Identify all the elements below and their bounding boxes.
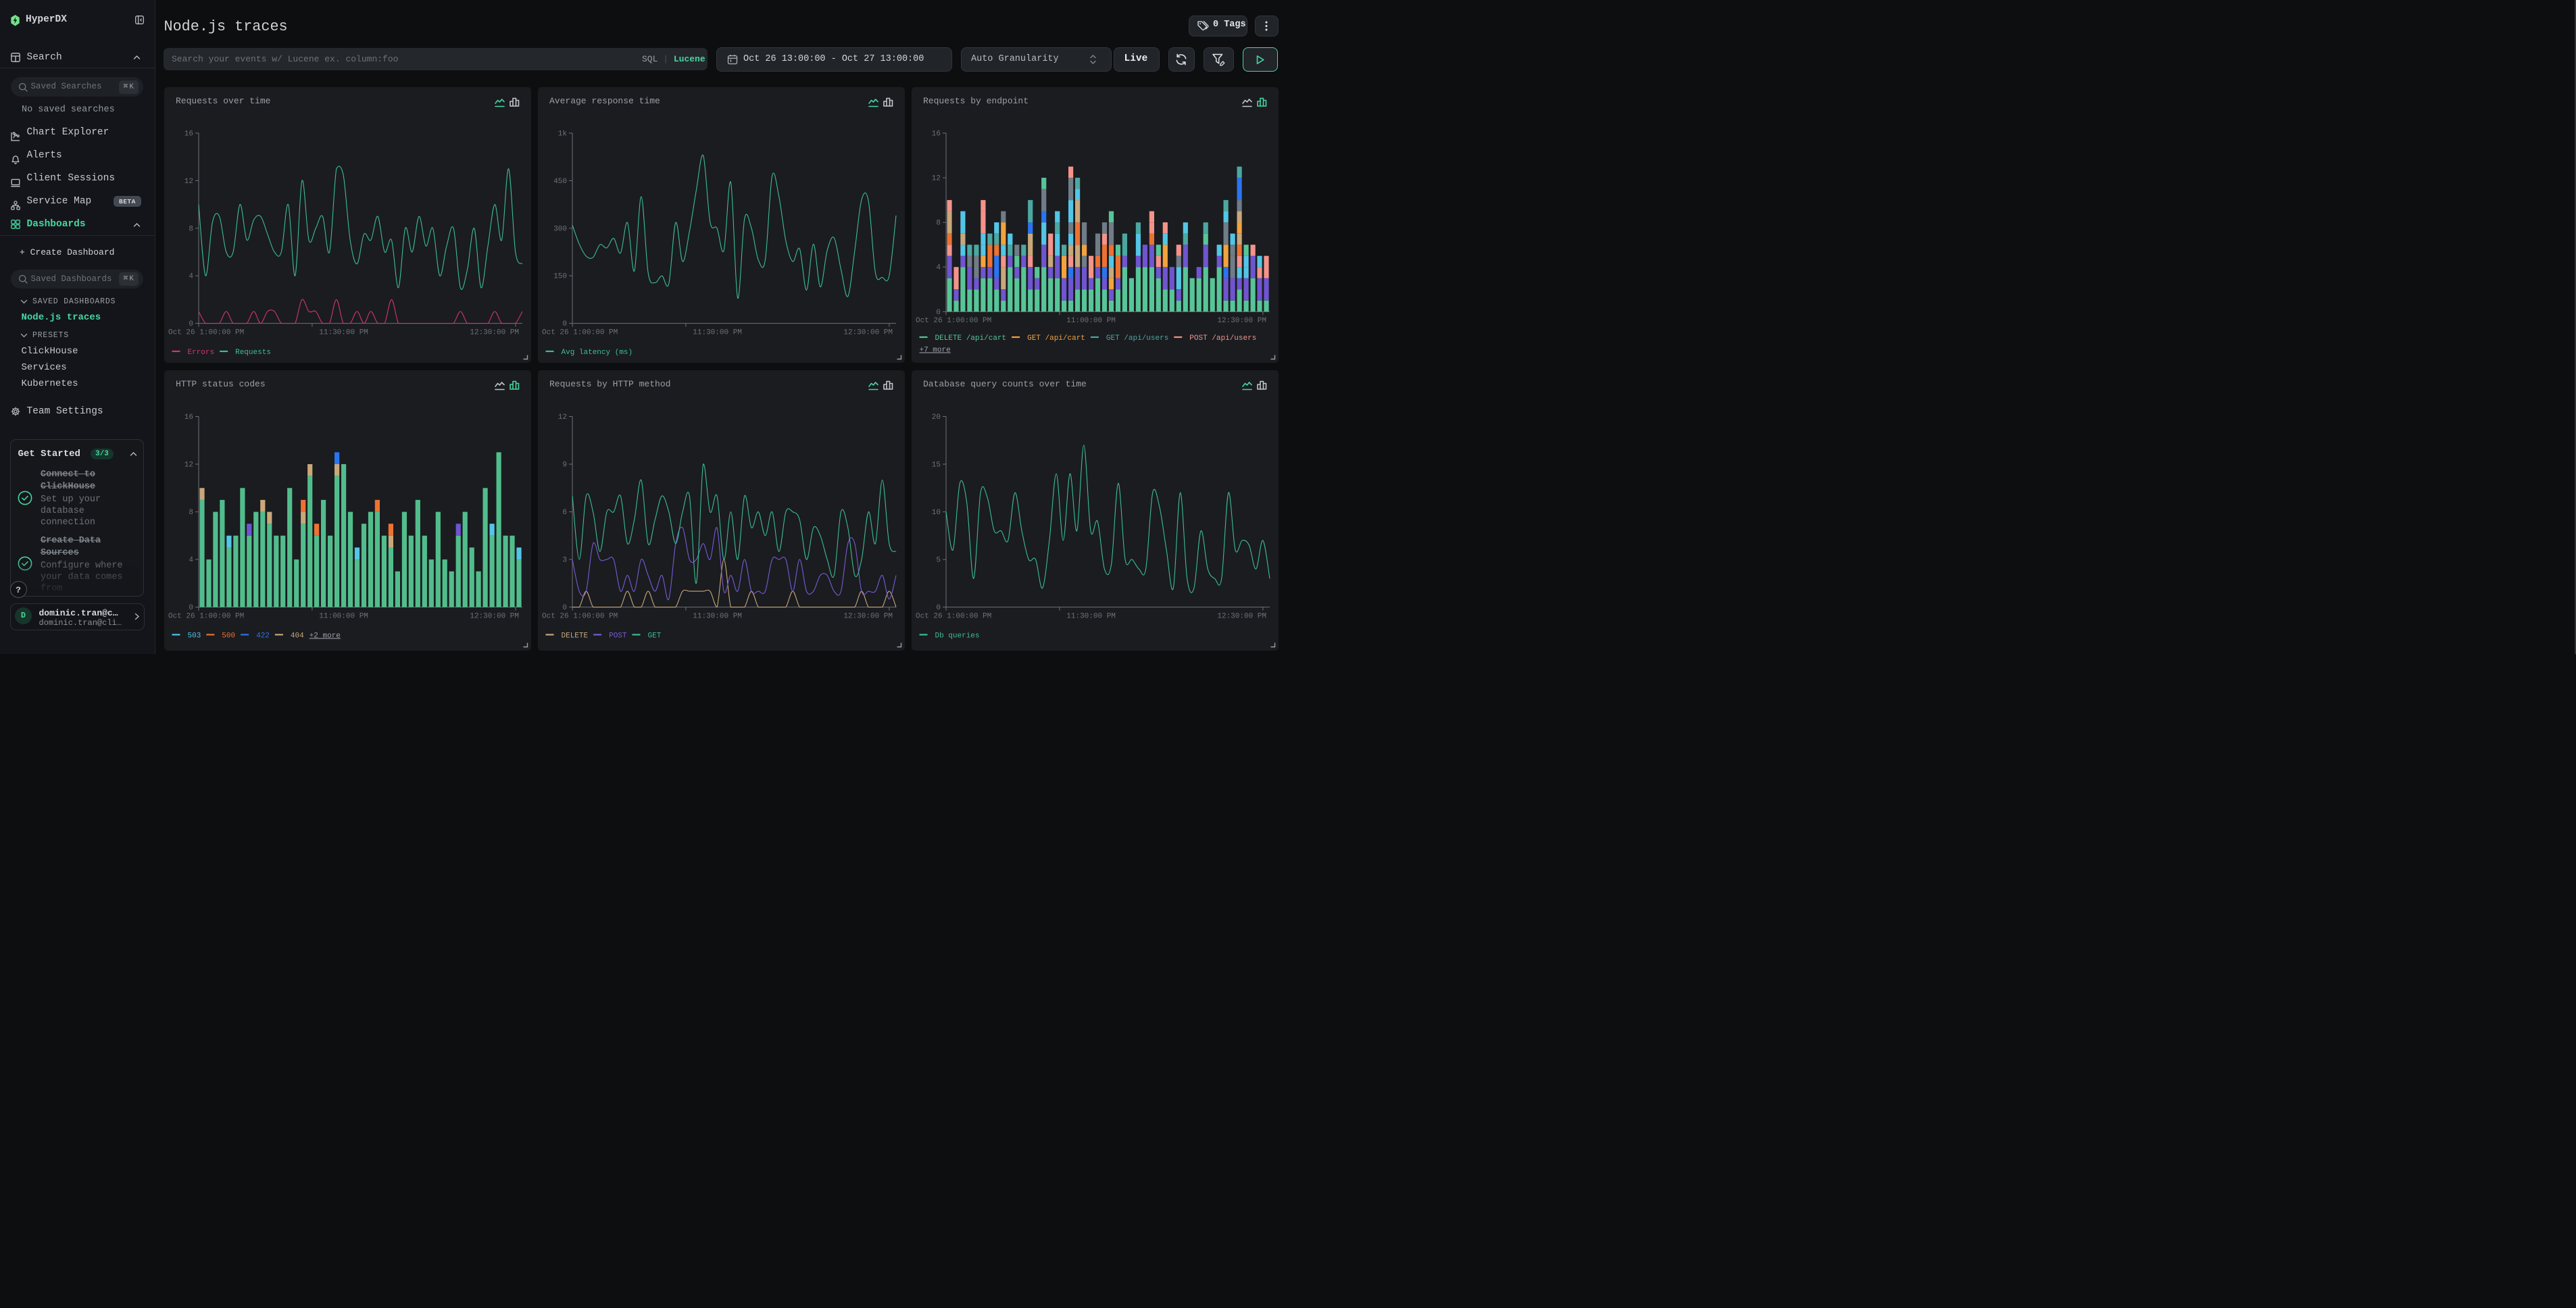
svg-text:HTTP status codes: HTTP status codes [176,379,266,389]
svg-text:450: 450 [553,178,567,186]
svg-text:Oct 26 1:00:00 PM: Oct 26 1:00:00 PM [916,317,991,325]
svg-text:12: 12 [558,413,567,422]
svg-text:Db queries: Db queries [935,632,980,640]
svg-text:5: 5 [936,557,941,565]
svg-text:Requests over time: Requests over time [176,96,270,106]
svg-text:4: 4 [936,264,941,272]
svg-text:Oct 26 1:00:00 PM: Oct 26 1:00:00 PM [542,329,618,337]
svg-text:POST: POST [609,632,627,640]
svg-text:15: 15 [932,461,941,470]
svg-text:11:30:00 PM: 11:30:00 PM [319,329,368,337]
svg-text:11:00:00 PM: 11:00:00 PM [319,613,368,621]
svg-text:0: 0 [189,604,193,612]
svg-text:Oct 26 1:00:00 PM: Oct 26 1:00:00 PM [168,613,244,621]
svg-text:Oct 26 1:00:00 PM: Oct 26 1:00:00 PM [168,329,244,337]
svg-text:12:30:00 PM: 12:30:00 PM [470,613,519,621]
svg-text:GET: GET [648,632,662,640]
svg-text:Requests by HTTP method: Requests by HTTP method [549,379,670,389]
svg-text:POST /api/users: POST /api/users [1189,334,1256,343]
svg-text:12: 12 [184,178,193,186]
svg-text:8: 8 [936,220,941,228]
svg-text:422: 422 [256,632,270,640]
svg-text:404: 404 [291,632,304,640]
svg-text:16: 16 [184,413,193,422]
svg-text:4: 4 [189,273,193,281]
svg-text:0: 0 [562,320,567,328]
svg-text:DELETE: DELETE [562,632,589,640]
svg-text:12:30:00 PM: 12:30:00 PM [843,613,893,621]
svg-text:11:00:00 PM: 11:00:00 PM [1066,317,1116,325]
svg-text:+2 more: +2 more [309,632,341,640]
svg-text:6: 6 [562,509,567,517]
svg-text:0: 0 [189,320,193,328]
svg-text:12: 12 [932,175,941,183]
svg-text:150: 150 [553,273,567,281]
svg-text:0: 0 [936,604,941,612]
svg-text:12:30:00 PM: 12:30:00 PM [843,329,893,337]
svg-text:Errors: Errors [188,349,215,357]
svg-text:12:30:00 PM: 12:30:00 PM [470,329,519,337]
svg-text:Requests: Requests [235,349,271,357]
svg-text:3: 3 [562,557,567,565]
svg-text:503: 503 [188,632,201,640]
svg-text:DELETE /api/cart: DELETE /api/cart [935,334,1007,343]
svg-text:Requests by endpoint: Requests by endpoint [923,96,1029,106]
svg-text:0: 0 [562,604,567,612]
svg-text:11:30:00 PM: 11:30:00 PM [1066,613,1116,621]
svg-text:500: 500 [222,632,235,640]
svg-text:Database query counts over tim: Database query counts over time [923,379,1087,389]
svg-text:Oct 26 1:00:00 PM: Oct 26 1:00:00 PM [542,613,618,621]
svg-text:Average response time: Average response time [549,96,660,106]
svg-text:GET /api/cart: GET /api/cart [1027,334,1085,343]
svg-text:16: 16 [184,130,193,139]
svg-text:9: 9 [562,461,567,470]
svg-text:Avg latency (ms): Avg latency (ms) [562,349,633,357]
svg-text:12:30:00 PM: 12:30:00 PM [1217,317,1266,325]
svg-text:300: 300 [553,225,567,233]
svg-text:11:30:00 PM: 11:30:00 PM [693,329,742,337]
svg-text:12: 12 [184,461,193,470]
svg-text:8: 8 [189,225,193,233]
svg-text:0: 0 [936,309,941,317]
svg-text:16: 16 [932,130,941,139]
svg-text:+7 more: +7 more [920,347,951,355]
svg-text:20: 20 [932,413,941,422]
svg-text:11:30:00 PM: 11:30:00 PM [693,613,742,621]
svg-text:12:30:00 PM: 12:30:00 PM [1217,613,1266,621]
svg-text:10: 10 [932,509,941,517]
svg-text:4: 4 [189,557,193,565]
svg-text:Oct 26 1:00:00 PM: Oct 26 1:00:00 PM [916,613,991,621]
svg-text:1k: 1k [558,130,568,139]
svg-text:8: 8 [189,509,193,517]
svg-text:GET /api/users: GET /api/users [1106,334,1168,343]
